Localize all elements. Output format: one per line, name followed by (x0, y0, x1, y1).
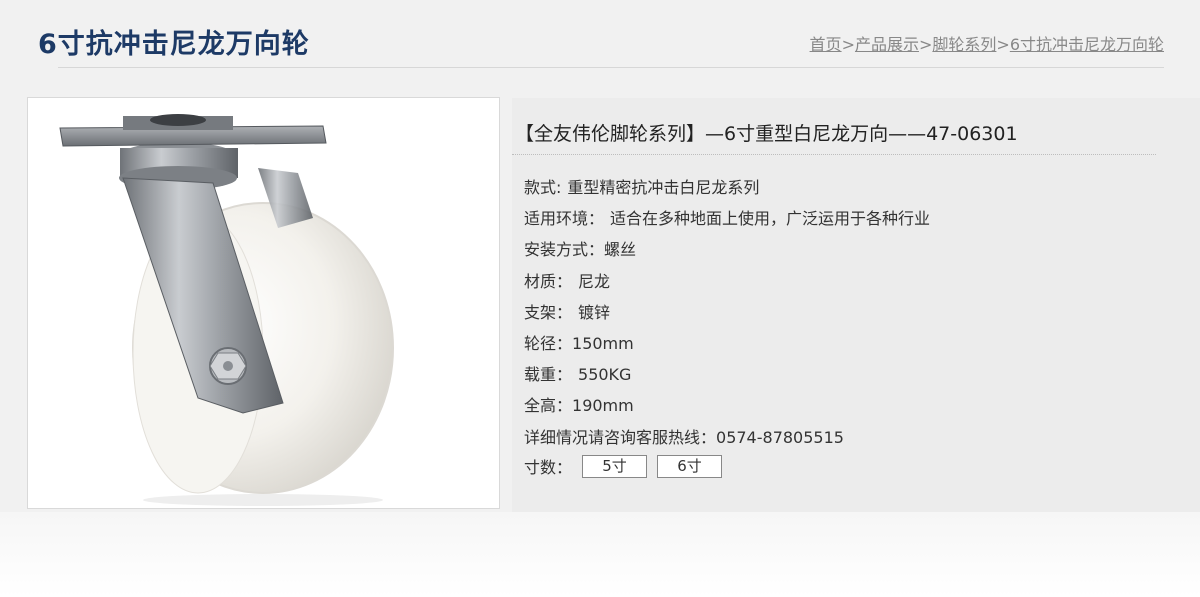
spec-style: 款式: 重型精密抗冲击白尼龙系列 (524, 172, 930, 203)
spec-label: 款式: (524, 178, 562, 197)
spec-value: 0574-87805515 (716, 427, 844, 447)
spec-label: 材质： (524, 271, 573, 291)
breadcrumb: 首页>产品展示>脚轮系列>6寸抗冲击尼龙万向轮 (810, 31, 1164, 55)
size-option-6[interactable]: 6寸 (657, 454, 723, 478)
spec-wheel-diameter: 轮径：150mm (524, 328, 930, 359)
title-divider (58, 67, 1164, 68)
spec-total-height: 全高：190mm (524, 390, 930, 421)
spec-value: 重型精密抗冲击白尼龙系列 (567, 178, 760, 197)
spec-value: 尼龙 (578, 271, 611, 291)
size-selector: 寸数： 5寸 6寸 (524, 454, 723, 478)
breadcrumb-casters-link[interactable]: 脚轮系列 (932, 35, 996, 54)
spec-label: 载重： (524, 365, 573, 385)
breadcrumb-current-link[interactable]: 6寸抗冲击尼龙万向轮 (1010, 35, 1164, 54)
spec-label: 全高： (524, 396, 573, 416)
spec-list: 款式: 重型精密抗冲击白尼龙系列 适用环境： 适合在多种地面上使用，广泛运用于各种行… (524, 172, 930, 453)
breadcrumb-home-link[interactable]: 首页 (810, 35, 842, 54)
spec-bracket: 支架： 镀锌 (524, 297, 930, 328)
spec-label: 适用环境： (524, 209, 605, 229)
spec-material: 材质： 尼龙 (524, 266, 930, 297)
breadcrumb-separator: > (841, 35, 855, 54)
spec-label: 详细情况请咨询客服热线： (524, 427, 717, 447)
bottom-area (0, 512, 1200, 597)
spec-environment: 适用环境： 适合在多种地面上使用，广泛运用于各种行业 (524, 203, 930, 234)
spec-value: 适合在多种地面上使用，广泛运用于各种行业 (610, 209, 931, 229)
product-image (27, 97, 500, 509)
product-heading: 【全友伟伦脚轮系列】—6寸重型白尼龙万向——47-06301 (515, 123, 1018, 145)
size-option-5[interactable]: 5寸 (582, 454, 648, 478)
spec-value: 螺丝 (604, 240, 637, 260)
product-info-panel: 【全友伟伦脚轮系列】—6寸重型白尼龙万向——47-06301 款式: 重型精密抗冲… (512, 98, 1200, 512)
spec-hotline: 详细情况请咨询客服热线：0574-87805515 (524, 422, 930, 453)
spec-label: 安装方式： (524, 240, 605, 260)
heading-divider (512, 154, 1156, 155)
breadcrumb-separator: > (996, 35, 1010, 54)
spec-label: 支架： (524, 302, 573, 322)
nylon-swivel-caster-wheel-photo-icon (59, 114, 394, 506)
spec-mounting: 安装方式：螺丝 (524, 234, 930, 265)
page-title: 6寸抗冲击尼龙万向轮 (38, 29, 310, 60)
spec-value: 150mm (572, 333, 634, 353)
size-label: 寸数： (524, 458, 573, 477)
spec-value: 550KG (578, 365, 632, 385)
spec-value: 190mm (572, 396, 634, 416)
spec-load-capacity: 载重： 550KG (524, 359, 930, 390)
breadcrumb-products-link[interactable]: 产品展示 (855, 35, 919, 54)
spec-value: 镀锌 (578, 302, 611, 322)
breadcrumb-separator: > (918, 35, 933, 54)
spec-label: 轮径： (524, 333, 573, 353)
